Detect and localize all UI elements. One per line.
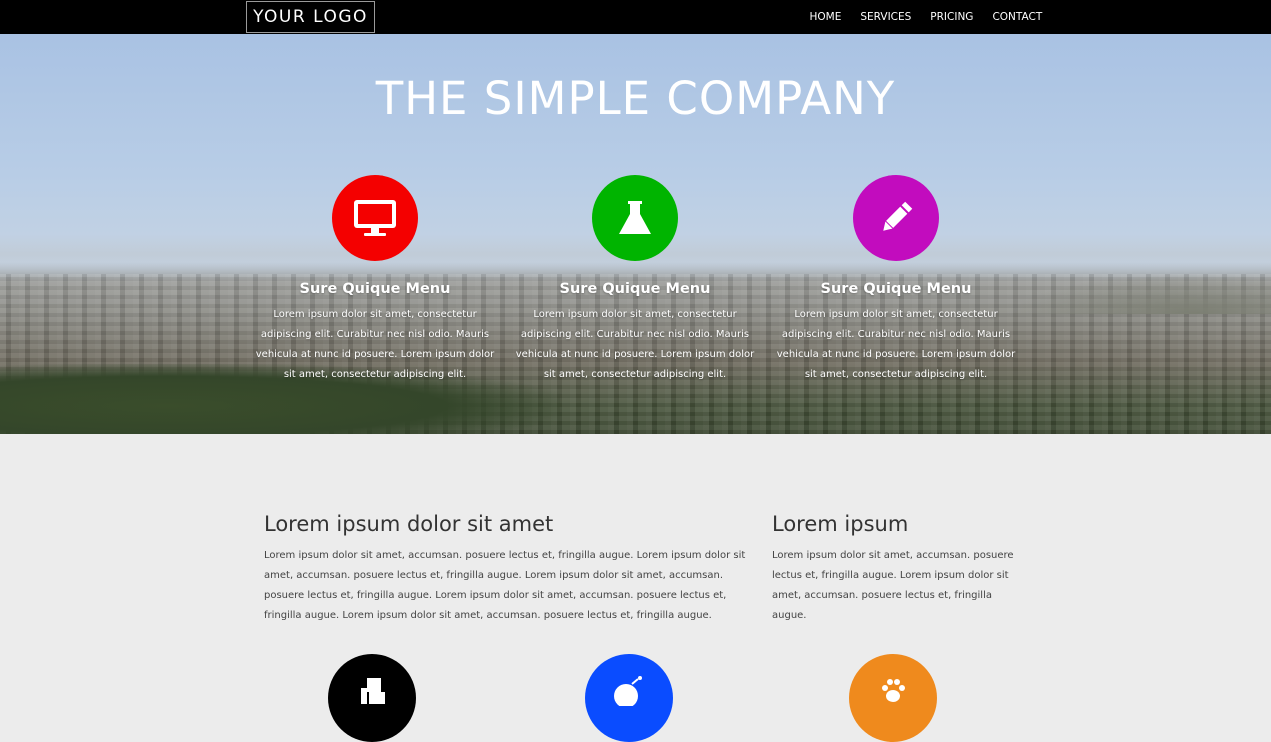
hero-section: THE SIMPLE COMPANY Sure Quique Menu Lore… [0, 34, 1271, 434]
monitor-icon [332, 175, 418, 261]
feature-text: Lorem ipsum dolor sit amet, consectetur … [255, 309, 495, 380]
main-nav: HOME SERVICES PRICING CONTACT [800, 0, 1052, 34]
hero-title: THE SIMPLE COMPANY [375, 72, 896, 125]
section-heading: Lorem ipsum [772, 512, 909, 536]
paw-icon [849, 654, 937, 742]
section-text: Lorem ipsum dolor sit amet, accumsan. po… [772, 550, 1014, 621]
nav-home[interactable]: HOME [800, 0, 851, 34]
flask-icon [592, 175, 678, 261]
nav-services[interactable]: SERVICES [851, 0, 921, 34]
feature-text: Lorem ipsum dolor sit amet, consectetur … [776, 309, 1016, 380]
pencil-icon [853, 175, 939, 261]
content-column-left: Lorem ipsum dolor sit amet Lorem ipsum d… [264, 512, 752, 626]
feature-card: Sure Quique Menu Lorem ipsum dolor sit a… [255, 175, 495, 385]
fax-icon [328, 654, 416, 742]
logo-link[interactable]: YOUR LOGO [246, 1, 375, 33]
nav-pricing[interactable]: PRICING [921, 0, 983, 34]
section-text: Lorem ipsum dolor sit amet, accumsan. po… [264, 550, 746, 621]
nav-contact[interactable]: CONTACT [983, 0, 1052, 34]
feature-card: Sure Quique Menu Lorem ipsum dolor sit a… [515, 175, 755, 385]
feature-title: Sure Quique Menu [299, 281, 451, 297]
navbar: YOUR LOGO HOME SERVICES PRICING CONTACT [0, 0, 1271, 34]
feature-text: Lorem ipsum dolor sit amet, consectetur … [515, 309, 755, 380]
feature-card: Sure Quique Menu Lorem ipsum dolor sit a… [776, 175, 1016, 385]
content-section: Lorem ipsum dolor sit amet Lorem ipsum d… [0, 434, 1271, 742]
hero-background-hill [1011, 274, 1271, 314]
bomb-icon [585, 654, 673, 742]
section-heading: Lorem ipsum dolor sit amet [264, 512, 554, 536]
feature-title: Sure Quique Menu [559, 281, 711, 297]
feature-title: Sure Quique Menu [820, 281, 972, 297]
content-column-right: Lorem ipsum Lorem ipsum dolor sit amet, … [772, 512, 1022, 626]
